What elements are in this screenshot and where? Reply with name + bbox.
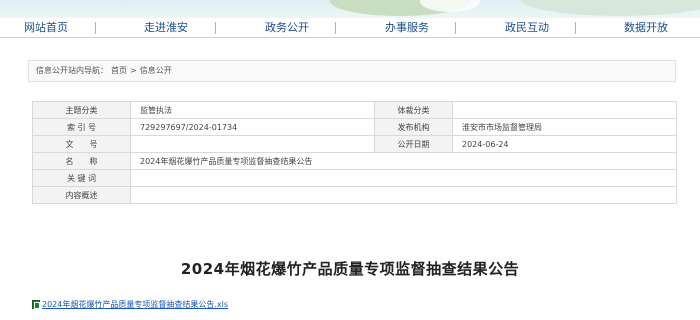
main-nav: 网站首页 走进淮安 政务公开 办事服务 政民互动 数据开放: [0, 18, 700, 38]
article-title: 2024年烟花爆竹产品质量专项监督抽查结果公告: [180, 260, 520, 278]
xls-file-icon: [32, 300, 40, 309]
breadcrumb-home-link[interactable]: 首页: [111, 66, 127, 75]
nav-item-about-huaian[interactable]: 走进淮安: [144, 18, 188, 37]
subject-category-value: 监管执法: [130, 101, 375, 119]
nav-divider: [215, 22, 216, 34]
document-number-label: 文 号: [32, 135, 131, 153]
subject-category-label: 主题分类: [32, 101, 131, 119]
table-row: 文 号 公开日期 2024-06-24: [32, 135, 677, 153]
nav-item-services[interactable]: 办事服务: [385, 18, 429, 37]
nav-divider: [335, 22, 336, 34]
table-row: 关 键 词: [32, 169, 677, 187]
nav-item-interaction[interactable]: 政民互动: [505, 18, 549, 37]
table-row: 名 称 2024年烟花爆竹产品质量专项监督抽查结果公告: [32, 152, 677, 170]
summary-label: 内容概述: [32, 186, 131, 204]
document-metadata-table: 主题分类 监管执法 体裁分类 索 引 号 729297697/2024-0173…: [32, 101, 677, 204]
keywords-label: 关 键 词: [32, 169, 131, 187]
document-number-value: [130, 135, 375, 153]
publish-date-label: 公开日期: [374, 135, 453, 153]
index-number-label: 索 引 号: [32, 118, 131, 136]
publisher-value: 淮安市市场监督管理局: [452, 118, 677, 136]
table-row: 索 引 号 729297697/2024-01734 发布机构 淮安市市场监督管…: [32, 118, 677, 136]
header-banner: [0, 0, 700, 18]
nav-item-home[interactable]: 网站首页: [24, 18, 68, 37]
publisher-label: 发布机构: [374, 118, 453, 136]
summary-value: [130, 186, 677, 204]
attachment-filename[interactable]: 2024年烟花爆竹产品质量专项监督抽查结果公告.xls: [42, 299, 228, 310]
attachment-link[interactable]: 2024年烟花爆竹产品质量专项监督抽查结果公告.xls: [32, 299, 228, 310]
nav-divider: [575, 22, 576, 34]
nav-item-government-affairs[interactable]: 政务公开: [265, 18, 309, 37]
index-number-value: 729297697/2024-01734: [130, 118, 375, 136]
breadcrumb-separator: >: [130, 66, 137, 75]
breadcrumb: 信息公开站内导航： 首页 > 信息公开: [28, 60, 676, 82]
table-row: 主题分类 监管执法 体裁分类: [32, 101, 677, 119]
nav-divider: [95, 22, 96, 34]
breadcrumb-current-link[interactable]: 信息公开: [140, 66, 172, 75]
nav-item-open-data[interactable]: 数据开放: [624, 18, 668, 37]
genre-category-label: 体裁分类: [374, 101, 453, 119]
banner-decoration: [520, 0, 700, 16]
name-value: 2024年烟花爆竹产品质量专项监督抽查结果公告: [130, 152, 677, 170]
genre-category-value: [452, 101, 677, 119]
breadcrumb-prefix: 信息公开站内导航：: [36, 66, 108, 75]
keywords-value: [130, 169, 677, 187]
name-label: 名 称: [32, 152, 131, 170]
nav-divider: [455, 22, 456, 34]
table-row: 内容概述: [32, 186, 677, 204]
publish-date-value: 2024-06-24: [452, 135, 677, 153]
